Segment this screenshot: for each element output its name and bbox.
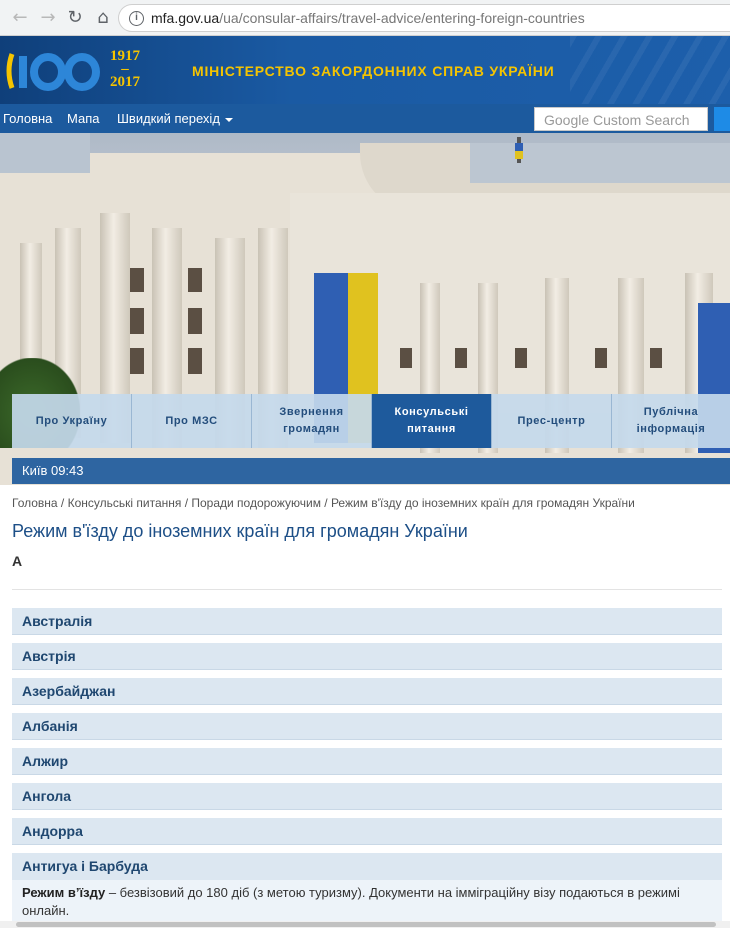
- entry-regime-text: Режим в’їзду – безвізовий до 180 діб (з …: [22, 884, 702, 920]
- home-icon[interactable]: ⌂: [91, 6, 115, 30]
- country-name: Ангола: [22, 788, 72, 804]
- site-header: 1917 – 2017 МІНІСТЕРСТВО ЗАКОРДОННИХ СПР…: [0, 36, 730, 104]
- window: [188, 308, 202, 334]
- country-item-expanded: Антигуа і Барбуда Режим в’їзду – безвізо…: [12, 853, 722, 928]
- window: [130, 308, 144, 334]
- back-icon[interactable]: ←: [8, 6, 32, 30]
- country-item[interactable]: Алжир: [12, 748, 722, 775]
- tab-label: Прес-центр: [517, 414, 586, 427]
- sky: [0, 133, 90, 173]
- ministry-title[interactable]: МІНІСТЕРСТВО ЗАКОРДОННИХ СПРАВ УКРАЇНИ: [192, 63, 555, 79]
- top-flag-yellow: [515, 151, 523, 159]
- country-item[interactable]: Албанія: [12, 713, 722, 740]
- tab-label: Звернення громадян: [279, 406, 344, 435]
- tab-label: Публічна інформація: [636, 406, 706, 435]
- country-name: Албанія: [22, 718, 78, 734]
- window: [188, 348, 202, 374]
- entry-regime-label: Режим в’їзду: [22, 885, 106, 900]
- centenary-logo-icon[interactable]: [4, 46, 104, 96]
- year-end: 2017: [110, 74, 140, 90]
- browser-toolbar: ← → ↻ ⌂ i mfa.gov.ua/ua/consular-affairs…: [0, 0, 730, 36]
- nav-quick-label: Швидкий перехід: [117, 111, 220, 126]
- tab-label: Консульські питання: [394, 406, 469, 435]
- window: [515, 348, 527, 368]
- country-item[interactable]: Ангола: [12, 783, 722, 810]
- country-item[interactable]: Австралія: [12, 608, 722, 635]
- tab-label: Про Україну: [35, 414, 108, 427]
- search-placeholder: Google Custom Search: [544, 112, 690, 128]
- country-name: Австрія: [22, 648, 76, 664]
- window: [455, 348, 467, 368]
- country-item[interactable]: Австрія: [12, 643, 722, 670]
- chevron-down-icon: [224, 117, 233, 122]
- divider: [12, 589, 722, 590]
- tab-label: Про МЗС: [165, 414, 218, 427]
- window: [130, 348, 144, 374]
- tab-press-center[interactable]: Прес-центр: [492, 394, 612, 448]
- window: [595, 348, 607, 368]
- country-name: Азербайджан: [22, 683, 116, 699]
- country-name: Антигуа і Барбуда: [22, 858, 148, 874]
- tab-consular-affairs[interactable]: Консульські питання: [372, 394, 492, 448]
- logo-years: 1917 – 2017: [110, 49, 140, 90]
- nav-quick-menu[interactable]: Швидкий перехід: [117, 111, 233, 126]
- country-name: Андорра: [22, 823, 83, 839]
- tab-citizen-appeals[interactable]: Звернення громадян: [252, 394, 372, 448]
- url-text: mfa.gov.ua/ua/consular-affairs/travel-ad…: [151, 10, 585, 26]
- reload-icon[interactable]: ↻: [63, 6, 87, 30]
- address-bar[interactable]: i mfa.gov.ua/ua/consular-affairs/travel-…: [118, 4, 730, 32]
- kyiv-time: Київ 09:43: [12, 458, 730, 484]
- country-name: Австралія: [22, 613, 93, 629]
- scrollbar-thumb[interactable]: [16, 922, 716, 927]
- forward-icon[interactable]: →: [36, 6, 60, 30]
- window: [400, 348, 412, 368]
- alphabet-letter: А: [12, 553, 23, 569]
- sky-right: [470, 143, 730, 183]
- tab-about-ukraine[interactable]: Про Україну: [12, 394, 132, 448]
- section-tabs: Про Україну Про МЗС Звернення громадян К…: [12, 394, 730, 448]
- nav-map-link[interactable]: Мапа: [67, 111, 99, 126]
- window: [188, 268, 202, 292]
- horizontal-scrollbar[interactable]: [0, 921, 730, 928]
- tab-about-mfa[interactable]: Про МЗС: [132, 394, 252, 448]
- url-path: /ua/consular-affairs/travel-advice/enter…: [219, 10, 585, 26]
- country-name: Алжир: [22, 753, 69, 769]
- url-host: mfa.gov.ua: [151, 10, 220, 26]
- entry-regime-value: – безвізовий до 180 діб (з метою туризму…: [22, 885, 680, 918]
- country-header[interactable]: Антигуа і Барбуда: [12, 853, 722, 880]
- nav-home-link[interactable]: Головна: [3, 111, 52, 126]
- info-icon[interactable]: i: [129, 11, 144, 26]
- window: [650, 348, 662, 368]
- search-button[interactable]: [714, 107, 730, 131]
- country-item[interactable]: Азербайджан: [12, 678, 722, 705]
- top-flag-blue: [515, 143, 523, 151]
- tab-public-info[interactable]: Публічна інформація: [612, 394, 730, 448]
- breadcrumb[interactable]: Головна / Консульські питання / Поради п…: [12, 496, 635, 510]
- window: [130, 268, 144, 292]
- page-title: Режим в'їзду до іноземних країн для гром…: [12, 521, 468, 541]
- search-input[interactable]: Google Custom Search: [534, 107, 708, 131]
- country-item[interactable]: Андорра: [12, 818, 722, 845]
